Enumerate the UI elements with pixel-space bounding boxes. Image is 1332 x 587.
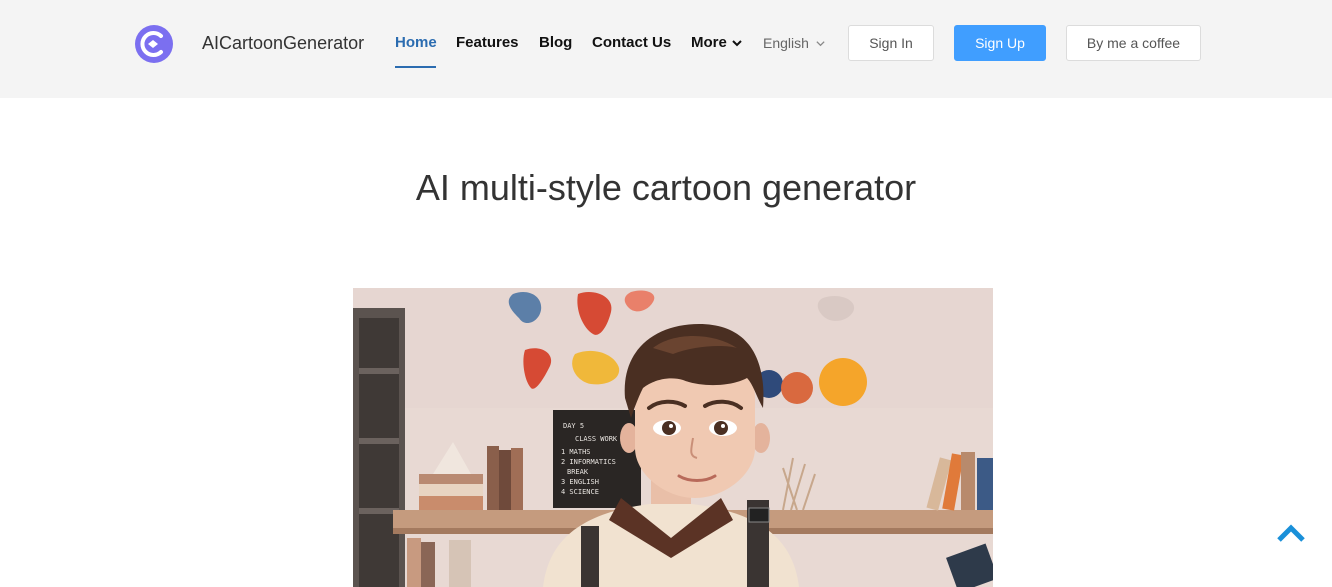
chevron-down-icon: [816, 41, 825, 47]
hero-cartoon-image: DAY 5 CLASS WORK 1 MATHS 2 INFORMATICS B…: [353, 288, 993, 587]
nav-contact-us[interactable]: Contact Us: [592, 34, 671, 52]
blackboard-line: 1 MATHS: [561, 448, 591, 456]
blackboard-line: 4 SCIENCE: [561, 488, 599, 496]
logo-icon[interactable]: [134, 24, 174, 64]
cartoon-illustration: DAY 5 CLASS WORK 1 MATHS 2 INFORMATICS B…: [353, 288, 993, 587]
sign-in-button[interactable]: Sign In: [848, 25, 934, 61]
chevron-down-icon: [732, 40, 742, 47]
language-label: English: [763, 35, 809, 51]
language-selector[interactable]: English: [763, 35, 826, 52]
nav-features[interactable]: Features: [456, 34, 519, 52]
nav-more-dropdown[interactable]: More: [691, 34, 743, 52]
nav-blog[interactable]: Blog: [539, 34, 572, 52]
page-title: AI multi-style cartoon generator: [415, 167, 917, 208]
nav-home[interactable]: Home: [395, 34, 437, 52]
blackboard-line: 3 ENGLISH: [561, 478, 599, 486]
sign-up-button[interactable]: Sign Up: [954, 25, 1046, 61]
blackboard-line: DAY 5: [563, 422, 584, 430]
blackboard-line: 2 INFORMATICS: [561, 458, 616, 466]
back-to-top-arrow-icon[interactable]: [1276, 522, 1306, 546]
active-nav-underline: [395, 66, 436, 68]
nav-more-label: More: [691, 34, 727, 51]
brand-name[interactable]: AICartoonGenerator: [202, 32, 364, 54]
blackboard-line: BREAK: [567, 468, 589, 476]
site-header: AICartoonGenerator Home Features Blog Co…: [0, 0, 1332, 98]
buy-coffee-button[interactable]: By me a coffee: [1066, 25, 1201, 61]
blackboard-line: CLASS WORK: [575, 435, 618, 443]
